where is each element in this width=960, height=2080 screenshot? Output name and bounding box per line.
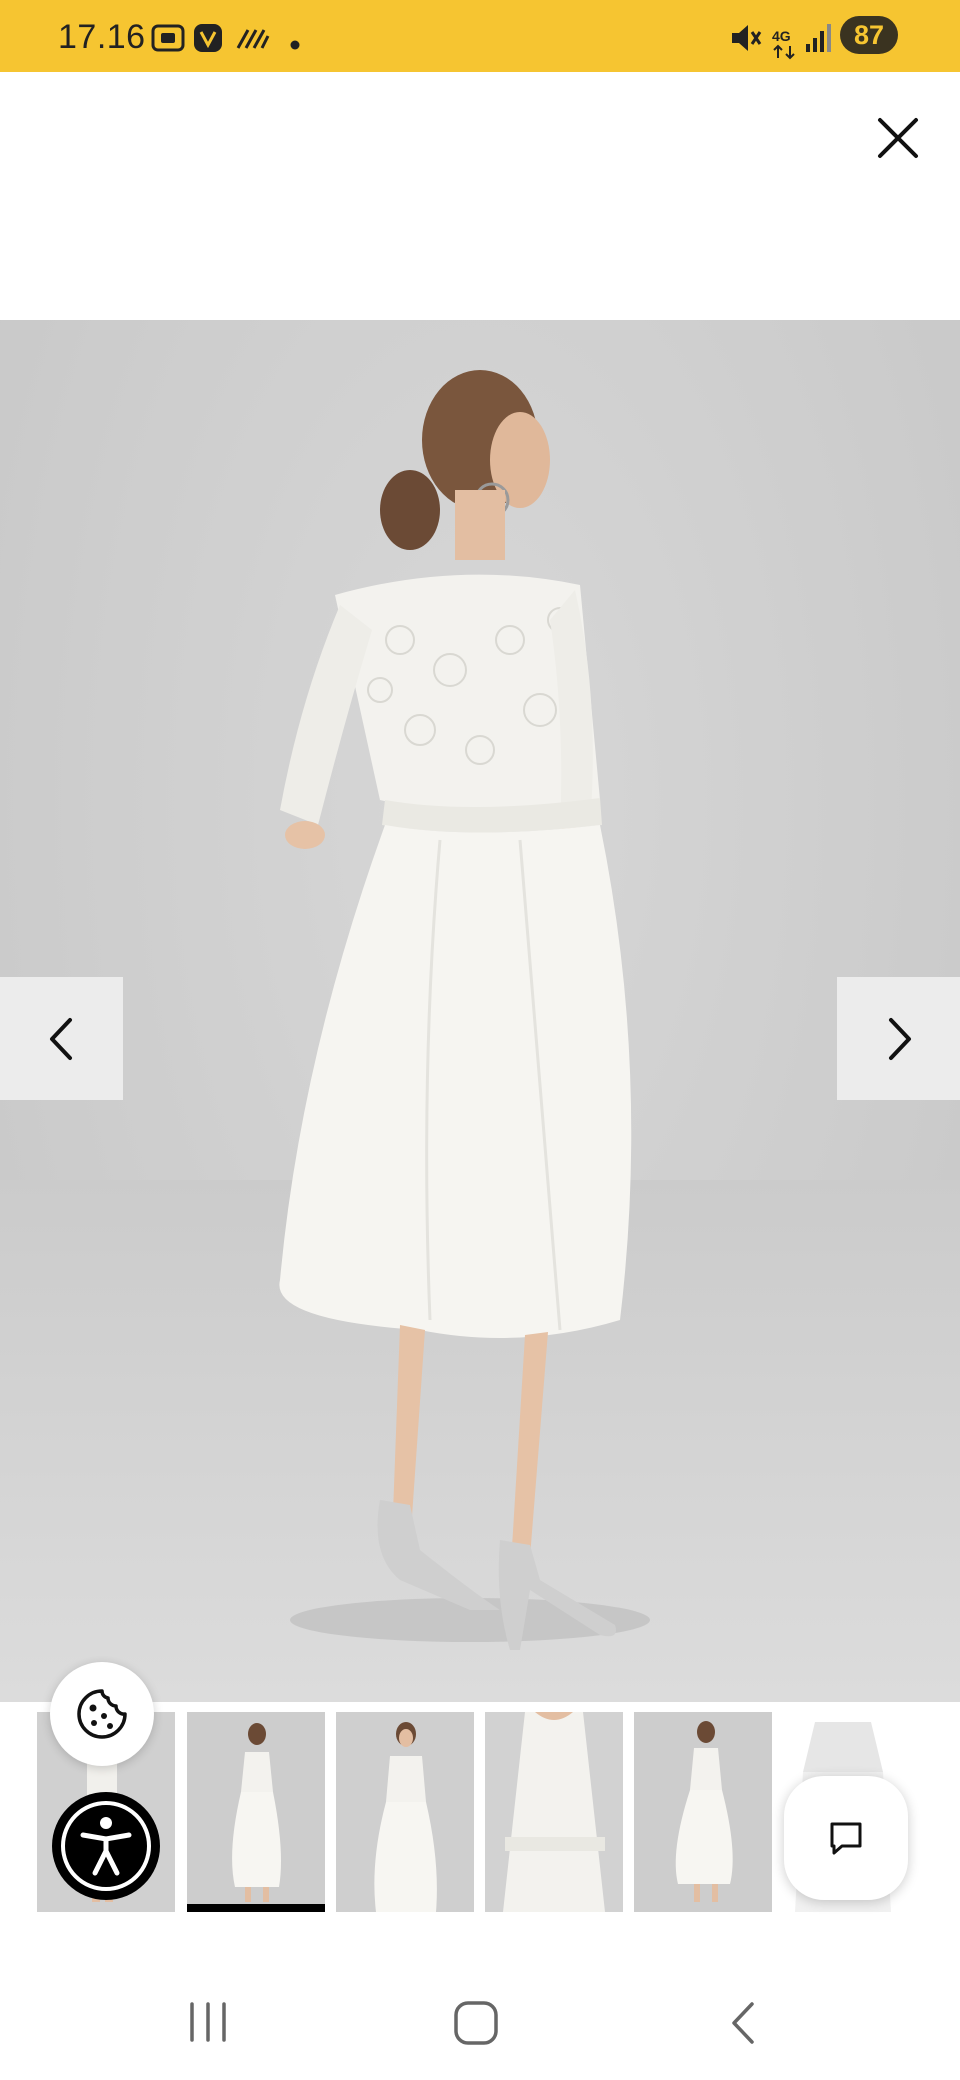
chat-icon [830, 1822, 862, 1855]
battery-indicator: 87 [840, 16, 898, 54]
back-icon[interactable] [726, 2000, 760, 2046]
network-4g-icon: 4G [772, 28, 795, 60]
cookie-icon [77, 1689, 127, 1739]
status-bar: 17.16 4G 87 [0, 0, 960, 72]
product-main-image[interactable] [0, 320, 960, 1702]
close-icon [878, 118, 918, 158]
chat-button[interactable] [784, 1776, 908, 1900]
previous-image-button[interactable] [0, 977, 123, 1100]
chevron-left-icon [49, 1017, 72, 1060]
model-illustration [279, 370, 650, 1650]
data-stripes-icon [236, 29, 270, 49]
mute-icon [732, 25, 762, 51]
thumbnail-3[interactable] [336, 1712, 474, 1912]
accessibility-icon [80, 1817, 132, 1876]
system-nav-bar [0, 1960, 960, 2080]
home-icon[interactable] [453, 2000, 499, 2046]
thumbnail-5[interactable] [634, 1712, 772, 1912]
svg-text:4G: 4G [772, 28, 791, 44]
accessibility-button[interactable] [52, 1792, 160, 1900]
status-time: 17.16 [58, 18, 146, 56]
vpn-icon [194, 24, 222, 52]
recents-icon[interactable] [186, 2000, 230, 2044]
close-button[interactable] [868, 108, 928, 168]
signal-icon [806, 24, 831, 52]
dot-icon [290, 40, 300, 50]
cookie-settings-button[interactable] [50, 1662, 154, 1766]
thumbnail-2[interactable] [187, 1712, 325, 1912]
thumbnail-4[interactable] [485, 1712, 623, 1912]
screenshot-icon [151, 24, 185, 52]
next-image-button[interactable] [837, 977, 960, 1100]
chevron-right-icon [888, 1017, 911, 1060]
accessibility-ring [61, 1801, 151, 1891]
